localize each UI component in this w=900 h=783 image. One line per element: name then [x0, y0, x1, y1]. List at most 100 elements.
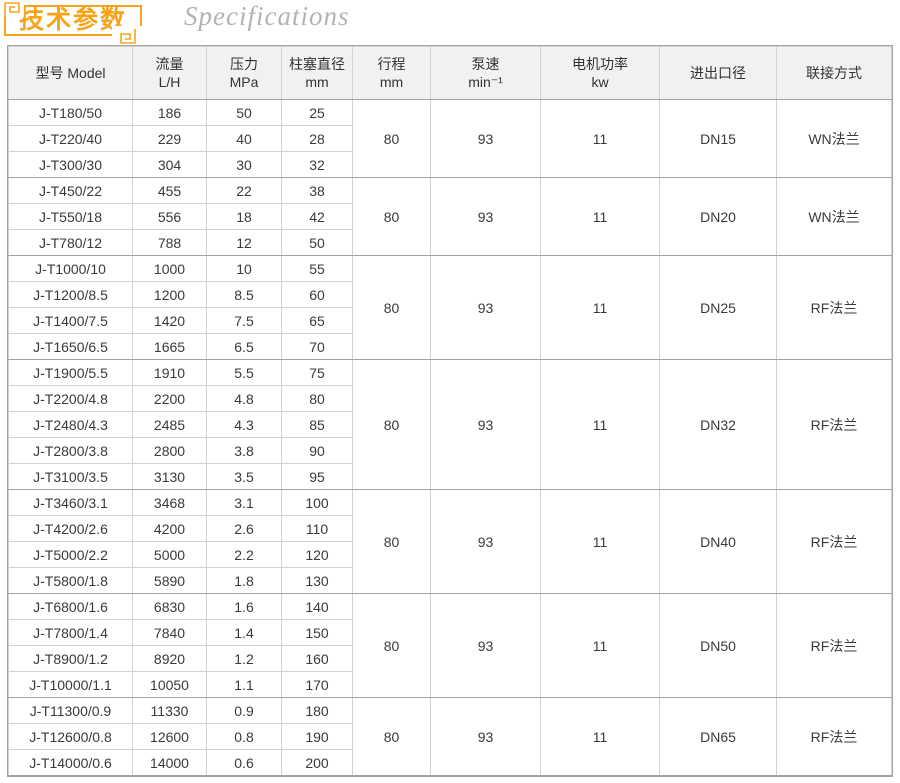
col-header-connection: 联接方式	[777, 47, 892, 100]
spec-table: 型号 Model 流量 L/H 压力 MPa 柱塞直径 mm 行程 mm	[8, 46, 892, 776]
cell-pump-speed: 93	[431, 256, 541, 360]
cell-plunger-diameter: 160	[282, 646, 353, 672]
cell-plunger-diameter: 70	[282, 334, 353, 360]
cell-stroke: 80	[353, 360, 431, 490]
cell-flow: 1000	[133, 256, 207, 282]
cell-model: J-T1400/7.5	[9, 308, 133, 334]
cell-plunger-diameter: 32	[282, 152, 353, 178]
spec-row: J-T3460/3.134683.1100809311DN40RF法兰	[9, 490, 892, 516]
cell-pump-speed: 93	[431, 178, 541, 256]
spec-row: J-T450/224552238809311DN20WN法兰	[9, 178, 892, 204]
cell-model: J-T2800/3.8	[9, 438, 133, 464]
spec-table-container: 型号 Model 流量 L/H 压力 MPa 柱塞直径 mm 行程 mm	[7, 45, 893, 777]
spec-row: J-T11300/0.9113300.9180809311DN65RF法兰	[9, 698, 892, 724]
cell-pressure: 3.8	[207, 438, 282, 464]
cell-model: J-T550/18	[9, 204, 133, 230]
cell-model: J-T1000/10	[9, 256, 133, 282]
cell-model: J-T2200/4.8	[9, 386, 133, 412]
cell-flow: 5000	[133, 542, 207, 568]
cell-model: J-T3100/3.5	[9, 464, 133, 490]
cell-plunger-diameter: 25	[282, 100, 353, 126]
spec-row: J-T180/501865025809311DN15WN法兰	[9, 100, 892, 126]
cell-plunger-diameter: 90	[282, 438, 353, 464]
cell-pressure: 4.3	[207, 412, 282, 438]
cell-pump-speed: 93	[431, 360, 541, 490]
cell-flow: 10050	[133, 672, 207, 698]
cell-pressure: 10	[207, 256, 282, 282]
cell-plunger-diameter: 38	[282, 178, 353, 204]
cell-connection: RF法兰	[777, 594, 892, 698]
cell-model: J-T7800/1.4	[9, 620, 133, 646]
cell-pressure: 1.8	[207, 568, 282, 594]
cell-port-size: DN15	[660, 100, 777, 178]
col-header-plunger-diameter: 柱塞直径 mm	[282, 47, 353, 100]
cell-motor-power: 11	[541, 178, 660, 256]
cell-pressure: 3.5	[207, 464, 282, 490]
cell-plunger-diameter: 65	[282, 308, 353, 334]
cell-model: J-T300/30	[9, 152, 133, 178]
spec-table-body: J-T180/501865025809311DN15WN法兰J-T220/40 2…	[9, 100, 892, 776]
cell-stroke: 80	[353, 698, 431, 776]
cell-pressure: 0.8	[207, 724, 282, 750]
cell-port-size: DN20	[660, 178, 777, 256]
cell-flow: 3468	[133, 490, 207, 516]
page-header: 技术参数 Specifications	[0, 0, 900, 45]
cell-motor-power: 11	[541, 594, 660, 698]
cell-flow: 556	[133, 204, 207, 230]
cell-motor-power: 11	[541, 698, 660, 776]
cell-flow: 1200	[133, 282, 207, 308]
cell-pump-speed: 93	[431, 594, 541, 698]
col-header-pressure: 压力 MPa	[207, 47, 282, 100]
cell-flow: 8920	[133, 646, 207, 672]
cell-port-size: DN50	[660, 594, 777, 698]
cell-model: J-T220/40	[9, 126, 133, 152]
cell-flow: 1665	[133, 334, 207, 360]
cell-port-size: DN25	[660, 256, 777, 360]
cell-port-size: DN32	[660, 360, 777, 490]
cell-flow: 2200	[133, 386, 207, 412]
col-header-model: 型号 Model	[9, 47, 133, 100]
cell-stroke: 80	[353, 178, 431, 256]
col-header-flow: 流量 L/H	[133, 47, 207, 100]
cell-model: J-T10000/1.1	[9, 672, 133, 698]
cell-model: J-T8900/1.2	[9, 646, 133, 672]
cell-plunger-diameter: 50	[282, 230, 353, 256]
cell-flow: 1420	[133, 308, 207, 334]
cell-pressure: 5.5	[207, 360, 282, 386]
cell-connection: RF法兰	[777, 256, 892, 360]
cell-plunger-diameter: 42	[282, 204, 353, 230]
cell-flow: 1910	[133, 360, 207, 386]
cell-plunger-diameter: 130	[282, 568, 353, 594]
cell-plunger-diameter: 75	[282, 360, 353, 386]
cell-motor-power: 11	[541, 100, 660, 178]
cell-model: J-T1900/5.5	[9, 360, 133, 386]
section-title-cn: 技术参数	[19, 6, 127, 34]
cell-flow: 4200	[133, 516, 207, 542]
cell-pressure: 18	[207, 204, 282, 230]
cell-connection: RF法兰	[777, 490, 892, 594]
cell-pressure: 50	[207, 100, 282, 126]
cell-pressure: 3.1	[207, 490, 282, 516]
spiral-ornament-icon	[117, 28, 138, 46]
cell-model: J-T3460/3.1	[9, 490, 133, 516]
cell-model: J-T5800/1.8	[9, 568, 133, 594]
cell-pressure: 2.2	[207, 542, 282, 568]
cell-motor-power: 11	[541, 256, 660, 360]
section-title-frame: 技术参数	[4, 5, 142, 36]
cell-flow: 455	[133, 178, 207, 204]
cell-model: J-T1650/6.5	[9, 334, 133, 360]
col-header-motor-power: 电机功率 kw	[541, 47, 660, 100]
cell-flow: 3130	[133, 464, 207, 490]
cell-pressure: 1.1	[207, 672, 282, 698]
cell-connection: WN法兰	[777, 100, 892, 178]
cell-flow: 2800	[133, 438, 207, 464]
cell-pressure: 0.6	[207, 750, 282, 776]
cell-motor-power: 11	[541, 360, 660, 490]
cell-model: J-T5000/2.2	[9, 542, 133, 568]
cell-pump-speed: 93	[431, 698, 541, 776]
cell-connection: WN法兰	[777, 178, 892, 256]
cell-model: J-T780/12	[9, 230, 133, 256]
cell-pressure: 0.9	[207, 698, 282, 724]
cell-model: J-T1200/8.5	[9, 282, 133, 308]
cell-flow: 5890	[133, 568, 207, 594]
